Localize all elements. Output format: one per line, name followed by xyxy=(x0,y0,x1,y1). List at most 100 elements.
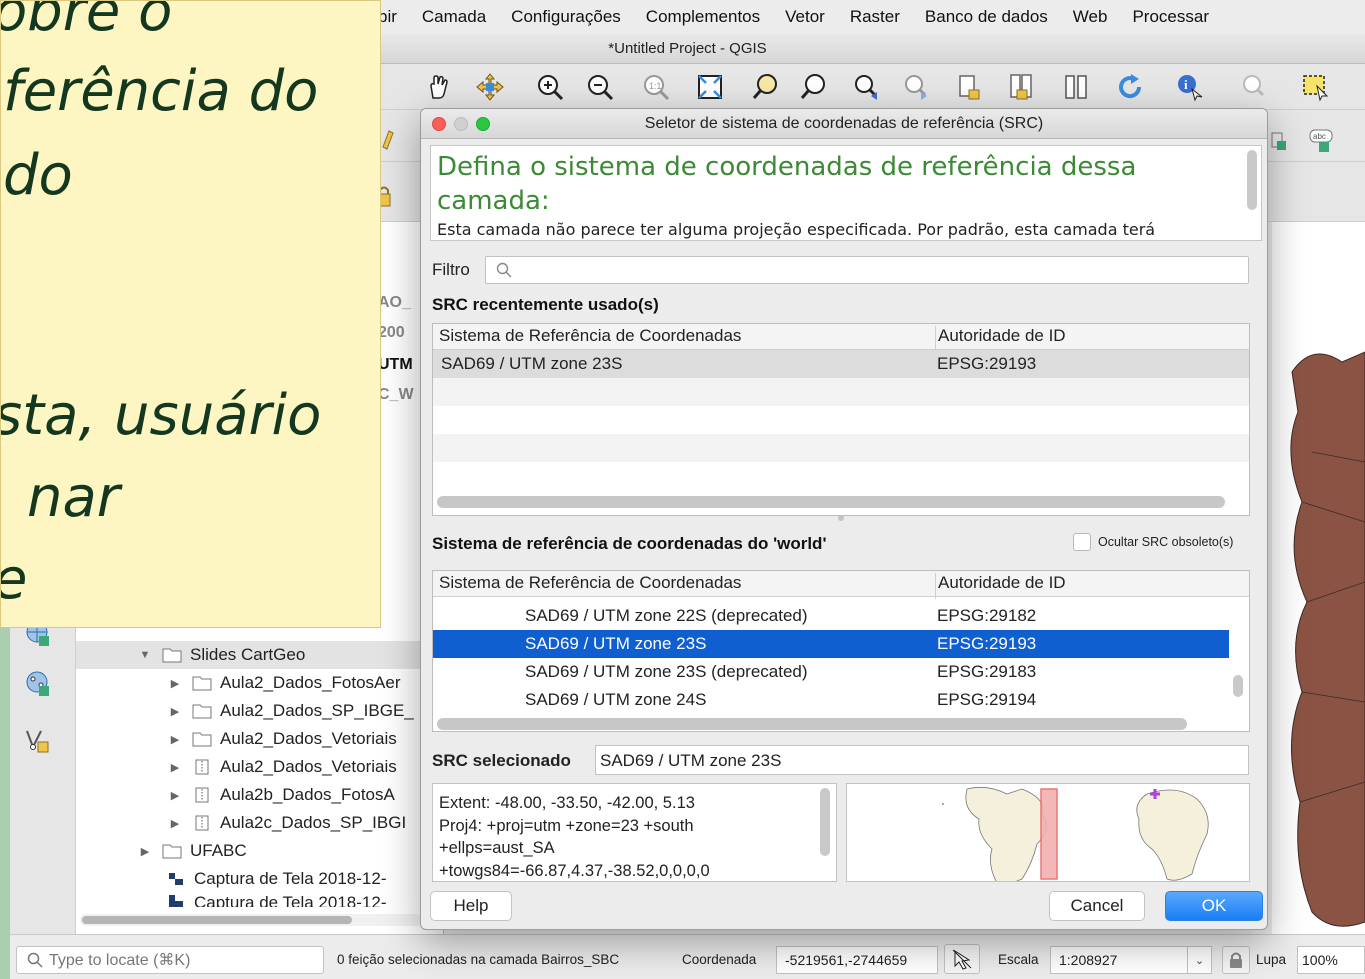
chevron-right-icon[interactable]: ▶ xyxy=(168,733,182,746)
chevron-down-icon[interactable]: ▼ xyxy=(138,649,152,661)
tree-item-label: Aula2_Dados_Vetoriais xyxy=(220,729,397,748)
add-vector-layer-icon[interactable] xyxy=(22,724,54,756)
scale-combo[interactable]: 1:208927 ⌄ xyxy=(1050,946,1212,974)
dialog-title: Seletor de sistema de coordenadas de ref… xyxy=(644,115,1044,132)
recent-table-horizontal-scrollbar[interactable] xyxy=(437,496,1225,508)
chevron-down-icon[interactable]: ⌄ xyxy=(1187,947,1211,973)
svg-text:i: i xyxy=(1184,77,1188,92)
select-rectangle-icon[interactable] xyxy=(1300,71,1332,103)
table-row[interactable]: SAD69 / UTM zone 24S EPSG:29194 xyxy=(433,686,1249,714)
chevron-right-icon[interactable]: ▶ xyxy=(168,789,182,802)
crs-selector-dialog: Seletor de sistema de coordenadas de ref… xyxy=(420,108,1268,930)
zip-file-icon xyxy=(195,815,209,831)
table-row[interactable]: SAD69 / UTM zone 22S (deprecated) EPSG:2… xyxy=(433,602,1249,630)
lock-scale-button[interactable] xyxy=(1222,946,1250,974)
minimize-window-button[interactable] xyxy=(454,117,468,131)
tree-item-slides-cartgeo[interactable]: ▼ Slides CartGeo xyxy=(76,641,436,669)
add-wfs-layer-icon[interactable] xyxy=(22,668,54,700)
chevron-right-icon[interactable]: ▶ xyxy=(168,705,182,718)
ok-button[interactable]: OK xyxy=(1165,891,1263,921)
zoom-in-icon[interactable] xyxy=(534,71,566,103)
zoom-label: Lupa xyxy=(1256,952,1287,967)
coordinate-field[interactable]: -5219561,-2744659 xyxy=(776,946,938,974)
zoom-field[interactable]: 100% xyxy=(1297,946,1365,974)
checkbox-box[interactable] xyxy=(1073,533,1091,551)
table-row-selected[interactable]: SAD69 / UTM zone 23S EPSG:29193 xyxy=(433,630,1229,658)
filter-search-input[interactable] xyxy=(485,256,1249,284)
menu-raster[interactable]: Raster xyxy=(850,7,900,27)
new-3d-view-icon[interactable] xyxy=(1006,71,1038,103)
pencil-icon[interactable] xyxy=(378,120,410,152)
world-crs-table: Sistema de Referência de Coordenadas Aut… xyxy=(432,570,1250,732)
label-tool-icon[interactable] xyxy=(1268,124,1300,156)
locator-search-input[interactable]: Type to locate (⌘K) xyxy=(16,946,324,974)
status-bar: Type to locate (⌘K) 0 feição selecionada… xyxy=(10,934,1365,979)
scrollbar-thumb[interactable] xyxy=(82,916,352,924)
zoom-out-icon[interactable] xyxy=(584,71,616,103)
new-map-view-icon[interactable] xyxy=(954,71,986,103)
chevron-right-icon[interactable]: ▶ xyxy=(168,817,182,830)
column-header-authority-id[interactable]: Autoridade de ID xyxy=(935,573,1066,599)
menu-vetor[interactable]: Vetor xyxy=(785,7,825,27)
image-file-icon xyxy=(169,895,183,907)
tree-item[interactable]: ▶ Aula2_Dados_Vetoriais xyxy=(76,725,436,753)
tree-item[interactable]: ▶ Aula2b_Dados_FotosA xyxy=(76,781,436,809)
chevron-right-icon[interactable]: ▶ xyxy=(168,761,182,774)
folder-icon xyxy=(162,844,182,859)
world-table-vertical-scrollbar[interactable] xyxy=(1233,675,1243,697)
tree-item[interactable]: ▶ Aula2_Dados_Vetoriais xyxy=(76,753,436,781)
chevron-right-icon[interactable]: ▶ xyxy=(168,677,182,690)
help-button[interactable]: Help xyxy=(430,891,512,921)
pan-hand-icon[interactable] xyxy=(422,71,454,103)
label-abc-icon[interactable]: abc xyxy=(1306,124,1338,156)
zoom-native-resolution-icon[interactable]: 1:1 xyxy=(640,71,672,103)
table-row[interactable]: SAD69 / UTM zone 23S (deprecated) EPSG:2… xyxy=(433,658,1249,686)
folder-icon xyxy=(162,648,182,663)
map-canvas[interactable] xyxy=(1272,222,1365,934)
menu-banco-de-dados[interactable]: Banco de dados xyxy=(925,7,1048,27)
selected-crs-field[interactable]: SAD69 / UTM zone 23S xyxy=(595,745,1249,775)
cancel-button[interactable]: Cancel xyxy=(1049,891,1145,921)
zoom-next-icon[interactable] xyxy=(900,71,932,103)
menu-complementos[interactable]: Complementos xyxy=(646,7,760,27)
svg-text:1:1: 1:1 xyxy=(649,81,662,91)
column-header-authority-id[interactable]: Autoridade de ID xyxy=(935,326,1066,352)
column-header-crs[interactable]: Sistema de Referência de Coordenadas xyxy=(439,573,741,593)
select-features-icon[interactable] xyxy=(1238,71,1270,103)
hide-obsolete-checkbox[interactable]: Ocultar SRC obsoleto(s) xyxy=(1073,533,1233,551)
column-header-crs[interactable]: Sistema de Referência de Coordenadas xyxy=(439,326,741,346)
menu-camada[interactable]: Camada xyxy=(422,7,486,27)
crs-id-cell: EPSG:29183 xyxy=(937,662,1037,681)
crs-details-box: Extent: -48.00, -33.50, -42.00, 5.13 Pro… xyxy=(432,783,837,882)
details-scrollbar[interactable] xyxy=(820,788,830,856)
table-row[interactable]: SAD69 / UTM zone 23S EPSG:29193 xyxy=(433,350,1249,378)
splitter-handle[interactable] xyxy=(838,515,844,521)
tree-item[interactable]: ▶ Aula2c_Dados_SP_IBGI xyxy=(76,809,436,837)
tree-item[interactable]: Captura de Tela 2018-12- xyxy=(76,865,436,893)
browser-horizontal-scrollbar[interactable] xyxy=(80,914,422,926)
zoom-last-icon[interactable] xyxy=(850,71,882,103)
menu-processar[interactable]: Processar xyxy=(1132,7,1209,27)
zip-file-icon xyxy=(195,787,209,803)
world-table-horizontal-scrollbar[interactable] xyxy=(437,718,1187,730)
toggle-extents-button[interactable] xyxy=(944,944,980,974)
message-scrollbar[interactable] xyxy=(1247,150,1257,210)
pan-to-selection-icon[interactable] xyxy=(474,71,506,103)
tree-item[interactable]: ▶ Aula2_Dados_SP_IBGE_ xyxy=(76,697,436,725)
tree-item[interactable]: ▶ Aula2_Dados_FotosAer xyxy=(76,669,436,697)
zoom-to-selection-icon[interactable] xyxy=(750,71,782,103)
chevron-right-icon[interactable]: ▶ xyxy=(138,845,152,858)
menu-configuracoes[interactable]: Configurações xyxy=(511,7,621,27)
refresh-icon[interactable] xyxy=(1114,71,1146,103)
zoom-full-icon[interactable] xyxy=(694,71,726,103)
maximize-window-button[interactable] xyxy=(476,117,490,131)
close-window-button[interactable] xyxy=(432,117,446,131)
tree-item-label: Aula2_Dados_FotosAer xyxy=(220,673,401,692)
menu-web[interactable]: Web xyxy=(1073,7,1108,27)
zoom-to-layer-icon[interactable] xyxy=(798,71,830,103)
tree-item[interactable]: ▶ UFABC xyxy=(76,837,436,865)
identify-features-icon[interactable]: i xyxy=(1174,71,1206,103)
bookmarks-icon[interactable] xyxy=(1060,71,1092,103)
tree-item[interactable]: Captura de Tela 2018-12- xyxy=(76,893,436,907)
slide-line: sta, usuário xyxy=(0,383,322,448)
